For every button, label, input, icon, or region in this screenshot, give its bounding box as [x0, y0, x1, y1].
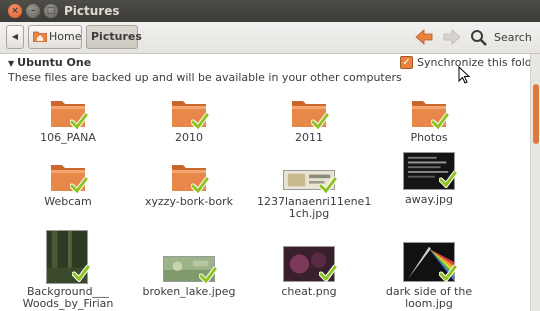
synchronize-label: Synchronize this folder — [417, 56, 540, 69]
mouse-cursor-icon — [458, 66, 470, 84]
path-scroll-left-button[interactable]: ◀ — [6, 25, 24, 49]
maximize-icon: □ — [46, 6, 56, 16]
sync-check-icon — [199, 266, 217, 284]
folder-item[interactable]: 2010 — [137, 98, 241, 148]
expander-triangle-icon[interactable]: ▼ — [8, 59, 14, 68]
folder-item[interactable]: Webcam — [16, 162, 120, 212]
folder-item[interactable]: 106_PANA — [16, 98, 120, 148]
sync-check-icon — [311, 112, 329, 130]
sync-check-icon — [319, 176, 337, 194]
image-item[interactable]: 1237lanaenri11ene1 1ch.jpg — [257, 162, 371, 238]
sync-check-icon — [439, 264, 457, 282]
section-description: These files are backed up and will be av… — [8, 71, 402, 84]
sync-check-icon — [319, 264, 337, 282]
file-name: Webcam — [44, 195, 92, 208]
close-icon: × — [11, 6, 19, 16]
file-name: 2010 — [175, 131, 203, 144]
maximize-window-button[interactable]: □ — [44, 4, 58, 18]
title-bar[interactable]: × – □ Pictures — [0, 0, 540, 22]
sync-check-icon — [70, 176, 88, 194]
file-view[interactable]: ▼ Ubuntu One These files are backed up an… — [0, 54, 540, 311]
image-item[interactable]: dark side of the loom.jpg — [377, 242, 481, 311]
breadcrumb-pictures-button[interactable]: Pictures — [86, 25, 142, 49]
image-item[interactable]: Background___ Woods_by_Firian — [16, 228, 120, 311]
image-item[interactable]: broken_lake.jpeg — [137, 256, 241, 306]
sync-check-icon — [439, 170, 457, 188]
sync-check-icon — [191, 112, 209, 130]
folder-item[interactable]: Photos — [377, 98, 481, 148]
sync-check-icon — [431, 112, 449, 130]
file-name: 2011 — [295, 131, 323, 144]
file-name-line-2: 1ch.jpg — [288, 207, 330, 220]
file-name: Photos — [410, 131, 448, 144]
back-arrow-icon[interactable] — [414, 28, 434, 46]
breadcrumb-home-label: Home — [49, 30, 82, 43]
file-name: away.jpg — [405, 193, 453, 206]
sync-check-icon — [72, 264, 90, 282]
home-folder-icon — [33, 31, 47, 42]
scrollbar-thumb[interactable] — [533, 84, 539, 144]
close-window-button[interactable]: × — [8, 4, 22, 18]
ubuntu-one-section-header[interactable]: ▼ Ubuntu One — [8, 56, 91, 69]
minimize-icon: – — [30, 6, 36, 16]
file-name: 106_PANA — [40, 131, 96, 144]
file-name: cheat.png — [281, 285, 337, 298]
sync-check-icon — [70, 112, 88, 130]
file-name-line-2: loom.jpg — [405, 297, 453, 310]
toolbar: ◀ Home Pictures Search — [0, 22, 540, 54]
section-name: Ubuntu One — [17, 56, 92, 69]
folder-item[interactable]: 2011 — [257, 98, 361, 148]
file-manager-window: × – □ Pictures ◀ Home Pictures Search ▼ … — [0, 0, 540, 311]
folder-item[interactable]: xyzzy-bork-bork — [137, 162, 241, 212]
window-title: Pictures — [64, 4, 120, 18]
vertical-scrollbar[interactable] — [530, 54, 540, 311]
breadcrumb-home-button[interactable]: Home — [28, 25, 82, 49]
sync-check-icon — [191, 176, 209, 194]
file-name: xyzzy-bork-bork — [144, 195, 234, 208]
chevron-left-icon: ◀ — [11, 32, 19, 41]
image-item[interactable]: cheat.png — [257, 246, 361, 306]
file-name-line-2: Woods_by_Firian — [22, 297, 114, 310]
breadcrumb-pictures-label: Pictures — [91, 30, 142, 43]
search-icon — [471, 30, 487, 46]
minimize-window-button[interactable]: – — [26, 4, 40, 18]
image-item[interactable]: away.jpg — [377, 152, 481, 212]
search-label: Search — [494, 31, 532, 44]
forward-arrow-icon[interactable] — [442, 28, 462, 46]
file-name: broken_lake.jpeg — [142, 285, 236, 298]
checkbox-checked-icon[interactable]: ✓ — [400, 56, 413, 69]
